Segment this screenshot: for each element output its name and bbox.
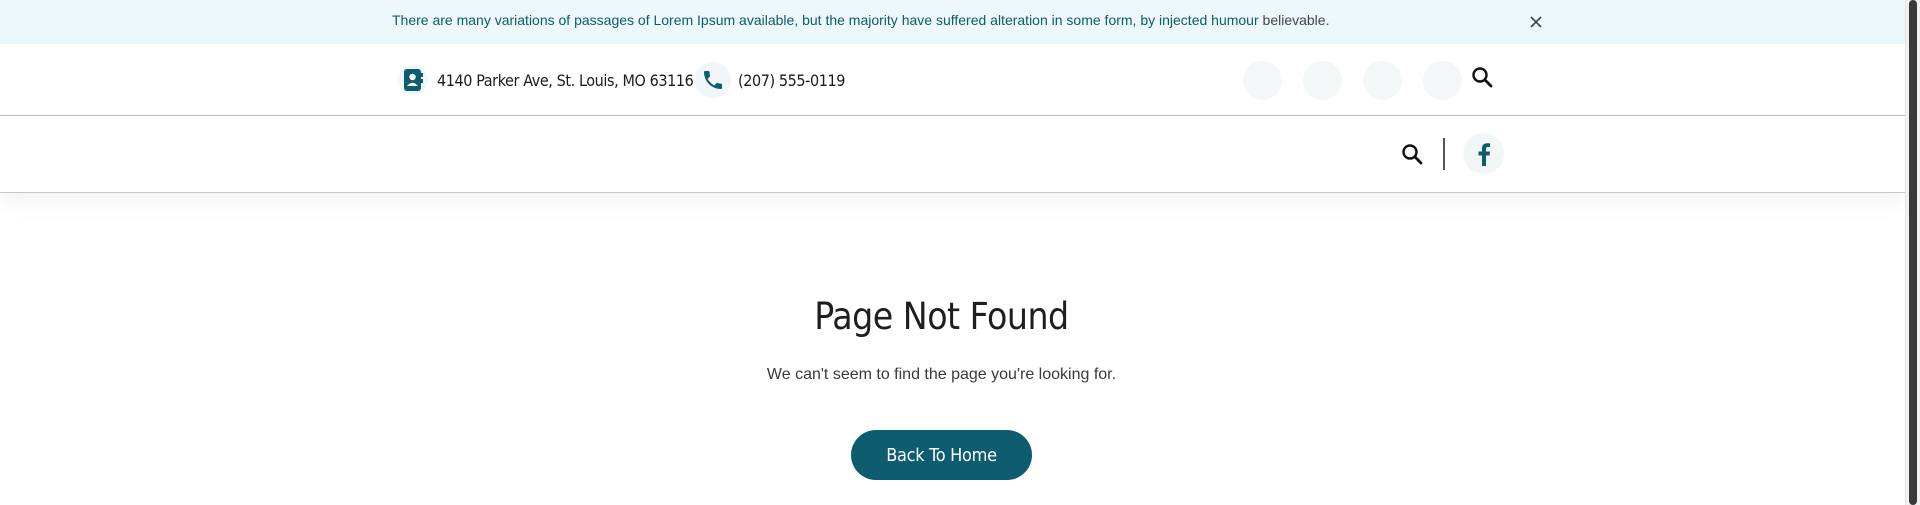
announcement-main-text: There are many variations of passages of… (392, 12, 1259, 28)
page-title: Page Not Found (814, 295, 1069, 338)
social-link-3[interactable] (1363, 61, 1402, 100)
phone-item[interactable]: (207) 555-0119 (695, 62, 845, 98)
close-icon[interactable] (1527, 13, 1545, 31)
address-text: 4140 Parker Ave, St. Louis, MO 63116 (437, 70, 694, 90)
search-icon[interactable] (1471, 66, 1493, 88)
announcement-bar: There are many variations of passages of… (0, 0, 1906, 44)
page-subtitle: We can't seem to find the page you're lo… (766, 366, 1117, 383)
back-to-home-button[interactable]: Back To Home (851, 430, 1032, 480)
facebook-link[interactable] (1463, 133, 1504, 174)
social-link-4[interactable] (1423, 61, 1462, 100)
nav-divider (1443, 138, 1445, 170)
phone-icon (695, 62, 731, 98)
main-navbar (0, 116, 1906, 193)
phone-text: (207) 555-0119 (738, 70, 845, 90)
address-item[interactable]: 4140 Parker Ave, St. Louis, MO 63116 (398, 65, 694, 95)
scrollbar-thumb[interactable] (1909, 0, 1917, 505)
search-icon[interactable] (1401, 143, 1423, 165)
announcement-text: There are many variations of passages of… (392, 12, 1329, 28)
social-link-2[interactable] (1303, 61, 1342, 100)
facebook-icon (1478, 142, 1490, 166)
page-scrollbar[interactable] (1905, 0, 1920, 505)
not-found-section: Page Not Found We can't seem to find the… (0, 192, 1906, 505)
social-link-1[interactable] (1243, 61, 1282, 100)
contact-bar: 4140 Parker Ave, St. Louis, MO 63116 (20… (0, 44, 1906, 116)
announcement-tail-text: believable. (1258, 12, 1330, 28)
page-viewport: There are many variations of passages of… (0, 0, 1906, 505)
address-card-icon (398, 65, 428, 95)
